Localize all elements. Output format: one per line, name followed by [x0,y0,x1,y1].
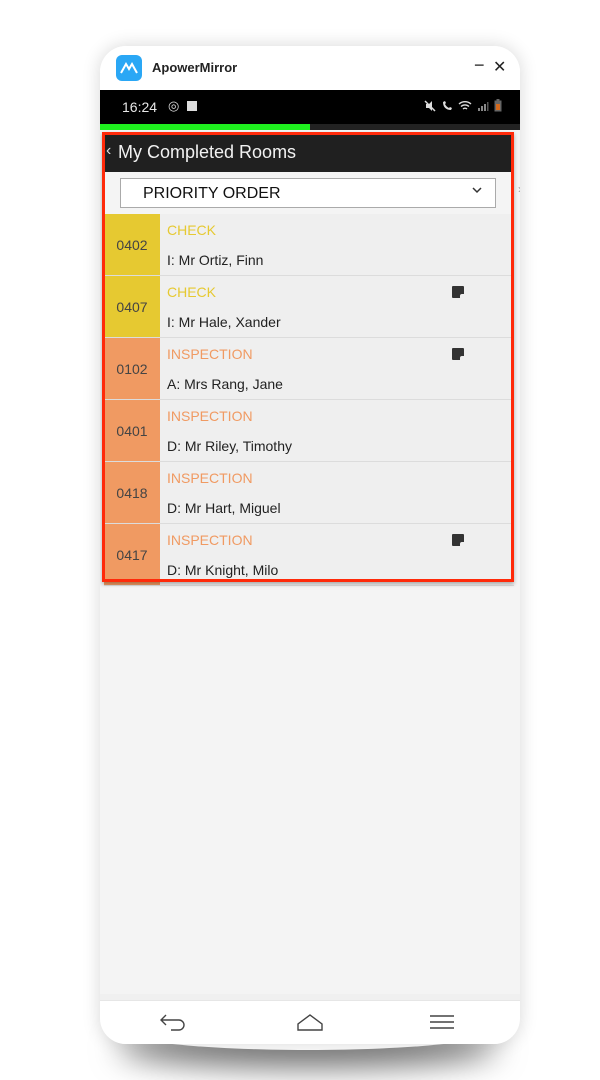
status-time: 16:24 [122,99,158,115]
back-arrow-icon[interactable] [158,1011,188,1036]
battery-icon [494,99,502,112]
sort-order-select[interactable]: PRIORITY ORDER [120,178,496,208]
sort-order-value: PRIORITY ORDER [143,185,281,202]
guest-name: A: Mrs Rang, Jane [167,376,283,392]
room-number: 0102 [104,338,160,399]
room-list: 0402 CHECK I: Mr Ortiz, Finn 0407 CHECK I: Mr… [104,214,514,586]
signal-icon [478,101,489,111]
note-icon[interactable] [452,534,464,546]
minimize-button[interactable]: − [474,55,485,76]
room-row[interactable]: 0402 CHECK I: Mr Ortiz, Finn [104,214,514,276]
apowermirror-logo-icon [116,55,142,81]
room-row[interactable]: 0401 INSPECTION D: Mr Riley, Timothy [104,400,514,462]
room-number: 0407 [104,276,160,337]
back-chevron-icon[interactable]: ‹ [106,142,111,160]
chevron-down-icon [471,183,483,200]
task-type: INSPECTION [167,470,253,486]
filter-bar: PRIORITY ORDER [104,172,514,214]
apowermirror-window: ApowerMirror − ✕ 16:24 ◎ ‹ My Completed … [100,46,520,1044]
status-left-icons: ◎ [168,98,197,114]
title-bar: ApowerMirror − ✕ [100,46,520,90]
task-type: INSPECTION [167,408,253,424]
app-header: ‹ My Completed Rooms [104,134,514,172]
close-button[interactable]: ✕ [493,57,506,77]
status-right-icons [424,99,502,112]
task-type: INSPECTION [167,532,253,548]
guest-name: I: Mr Hale, Xander [167,314,281,330]
menu-icon[interactable] [428,1013,456,1036]
wifi-call-icon [443,100,452,110]
mirror-control-bar [100,1000,520,1044]
note-icon[interactable] [452,286,464,298]
room-number: 0418 [104,462,160,523]
guest-name: D: Mr Knight, Milo [167,562,279,578]
guest-name: I: Mr Ortiz, Finn [167,252,264,268]
room-number: 0402 [104,214,160,275]
task-type: INSPECTION [167,346,253,362]
mute-icon [424,99,436,112]
wifi-icon [458,100,472,110]
room-number: 0417 [104,524,160,585]
room-row[interactable]: 0407 CHECK I: Mr Hale, Xander [104,276,514,338]
checkbox-icon [186,101,197,111]
phone-screen: 16:24 ◎ ‹ My Completed Rooms › PRIORITY [100,90,520,1044]
guest-name: D: Mr Hart, Miguel [167,500,281,516]
guest-name: D: Mr Riley, Timothy [167,438,292,454]
room-row[interactable]: 0102 INSPECTION A: Mrs Rang, Jane [104,338,514,400]
room-row[interactable]: 0417 INSPECTION D: Mr Knight, Milo [104,524,514,586]
loading-progress-bar [100,124,520,130]
side-drawer-chevron-icon[interactable]: › [518,182,520,196]
progress-fill [100,124,310,130]
page-title: My Completed Rooms [118,142,297,162]
task-type: CHECK [167,284,217,300]
home-icon[interactable] [295,1011,325,1038]
note-icon[interactable] [452,348,464,360]
status-bar: 16:24 ◎ [100,90,520,124]
at-icon: ◎ [168,98,180,113]
room-row[interactable]: 0418 INSPECTION D: Mr Hart, Miguel [104,462,514,524]
app-title: ApowerMirror [152,60,238,75]
room-number: 0401 [104,400,160,461]
task-type: CHECK [167,222,217,238]
